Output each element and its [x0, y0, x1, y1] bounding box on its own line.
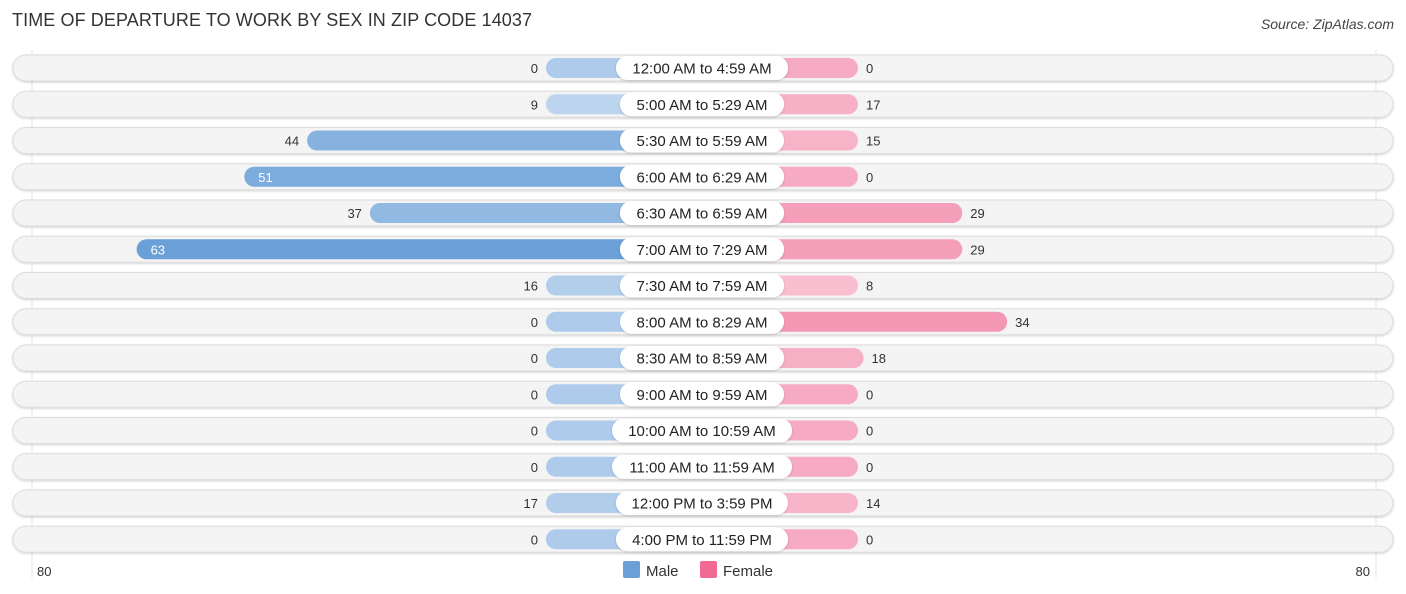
female-value-label: 0 — [866, 424, 873, 439]
category-label: 11:00 AM to 11:59 AM — [629, 459, 774, 476]
legend-label-male: Male — [646, 563, 679, 580]
male-value-label: 0 — [531, 315, 538, 330]
category-label: 6:00 AM to 6:29 AM — [637, 169, 768, 186]
legend-swatch-male — [623, 561, 640, 578]
male-value-label: 0 — [531, 424, 538, 439]
male-value-label: 0 — [531, 351, 538, 366]
axis-label-right: 80 — [1356, 564, 1370, 579]
male-value-label: 44 — [285, 134, 299, 149]
female-value-label: 0 — [866, 61, 873, 76]
category-label: 4:00 PM to 11:59 PM — [632, 532, 772, 549]
male-value-label: 51 — [258, 170, 272, 185]
male-value-label: 0 — [531, 387, 538, 402]
male-value-label: 0 — [531, 61, 538, 76]
female-value-label: 14 — [866, 496, 880, 511]
female-value-label: 8 — [866, 279, 873, 294]
male-value-label: 0 — [531, 532, 538, 547]
category-label: 5:00 AM to 5:29 AM — [637, 97, 768, 114]
male-value-label: 63 — [151, 242, 165, 257]
category-label: 10:00 AM to 10:59 AM — [628, 423, 776, 440]
axis-label-left: 80 — [37, 564, 51, 579]
category-label: 8:30 AM to 8:59 AM — [637, 351, 768, 368]
female-value-label: 29 — [970, 206, 984, 221]
female-value-label: 18 — [872, 351, 886, 366]
male-value-label: 37 — [347, 206, 361, 221]
category-label: 9:00 AM to 9:59 AM — [637, 387, 768, 404]
female-value-label: 17 — [866, 97, 880, 112]
female-value-label: 15 — [866, 134, 880, 149]
category-label: 7:00 AM to 7:29 AM — [637, 242, 768, 259]
female-value-label: 34 — [1015, 315, 1029, 330]
female-value-label: 0 — [866, 532, 873, 547]
category-label: 6:30 AM to 6:59 AM — [637, 206, 768, 223]
female-value-label: 0 — [866, 170, 873, 185]
category-label: 8:00 AM to 8:29 AM — [637, 314, 768, 331]
legend-swatch-female — [700, 561, 717, 578]
female-value-label: 0 — [866, 387, 873, 402]
legend-label-female: Female — [723, 563, 773, 580]
category-label: 12:00 AM to 4:59 AM — [632, 61, 771, 78]
male-bar — [136, 239, 702, 260]
male-value-label: 9 — [531, 97, 538, 112]
female-value-label: 0 — [866, 460, 873, 475]
female-value-label: 29 — [970, 242, 984, 257]
male-value-label: 16 — [524, 279, 538, 294]
male-value-label: 0 — [531, 460, 538, 475]
chart: 0 0 12:00 AM to 4:59 AM 9 17 5:00 AM to 5:29 … — [12, 50, 1394, 580]
category-label: 7:30 AM to 7:59 AM — [637, 278, 768, 295]
male-value-label: 17 — [524, 496, 538, 511]
category-label: 12:00 PM to 3:59 PM — [632, 496, 773, 513]
category-label: 5:30 AM to 5:59 AM — [637, 133, 768, 150]
